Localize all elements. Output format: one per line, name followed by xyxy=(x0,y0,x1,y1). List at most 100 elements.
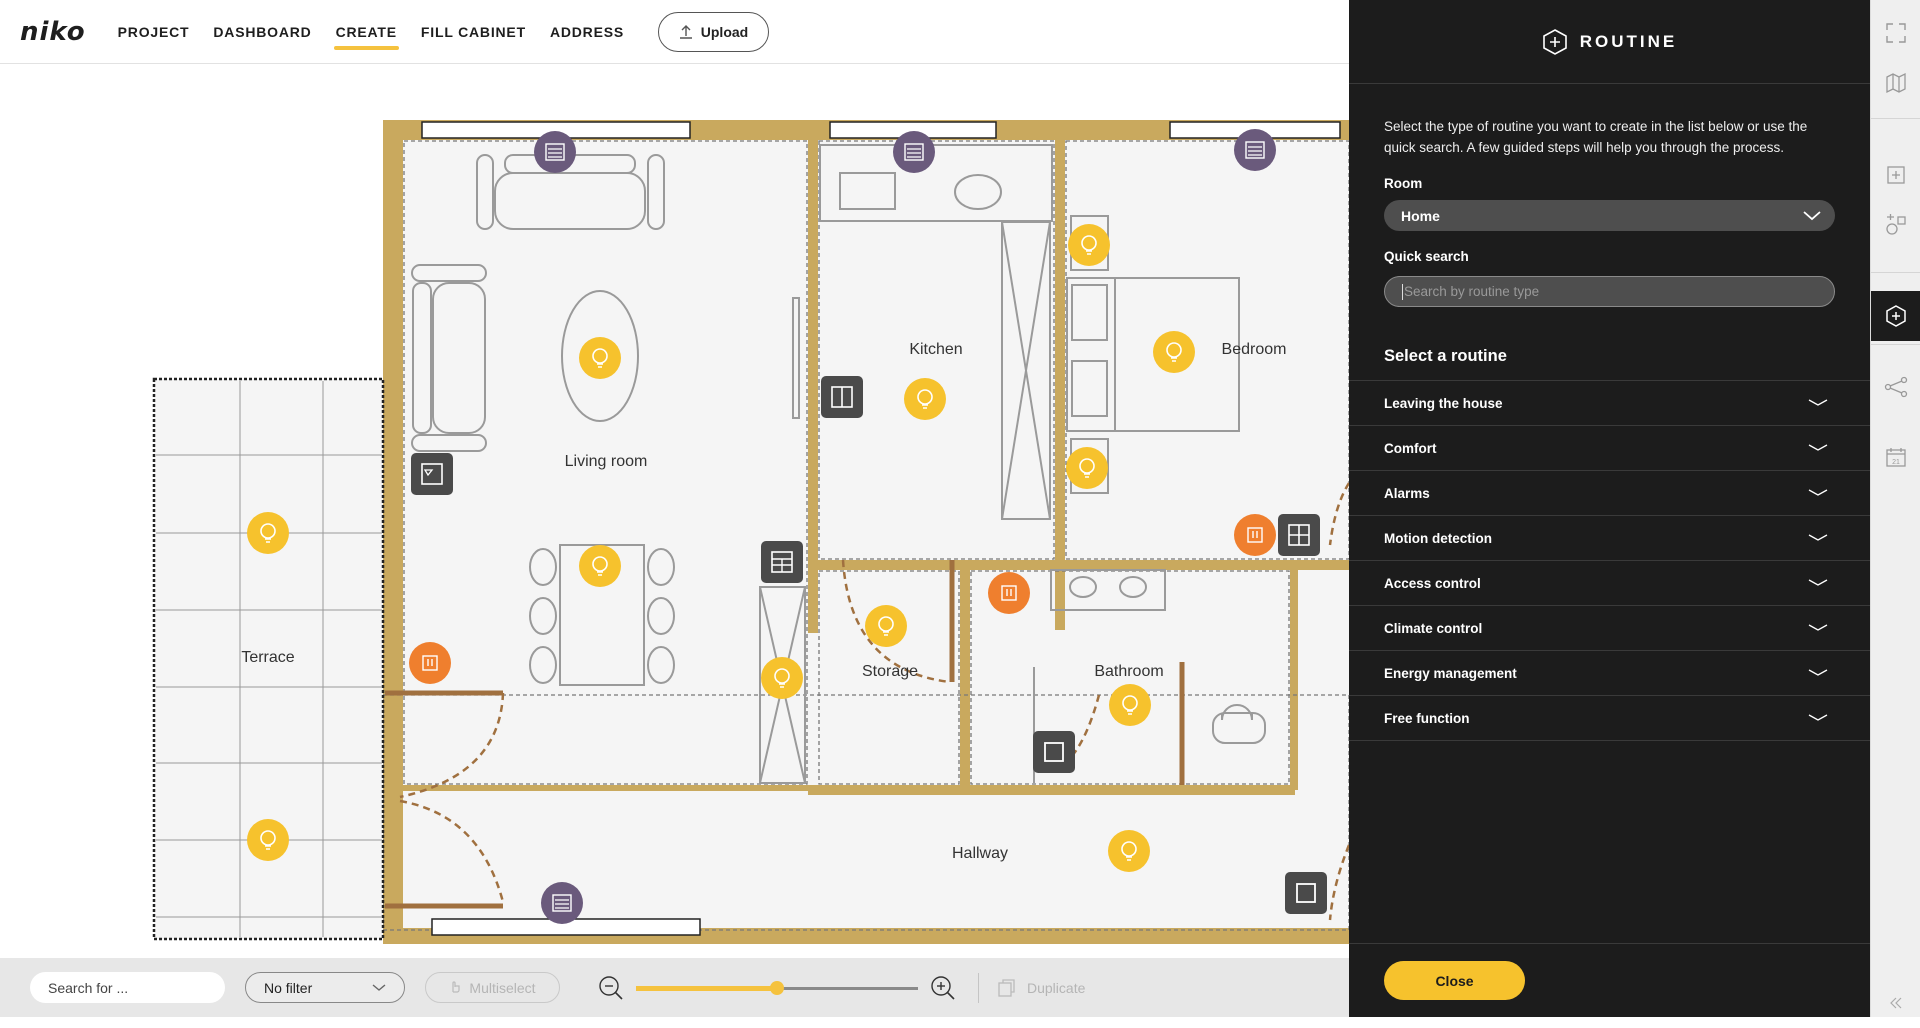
zoom-slider-handle[interactable] xyxy=(770,980,784,995)
floorplan-canvas[interactable]: Living room Kitchen Bedroom Terrace Stor… xyxy=(0,65,1349,958)
routine-item-label: Motion detection xyxy=(1384,530,1492,546)
filter-label: No filter xyxy=(264,979,313,996)
quick-search-input[interactable]: Search by routine type xyxy=(1384,276,1835,307)
panel-title: ROUTINE xyxy=(1579,31,1678,51)
shutter-icon[interactable] xyxy=(534,131,576,173)
zoom-out-icon[interactable] xyxy=(598,975,624,1001)
routine-item-access-control[interactable]: Access control xyxy=(1349,561,1870,606)
hand-pointer-icon xyxy=(449,979,461,996)
rail-divider xyxy=(1871,118,1920,119)
light-bulb-icon[interactable] xyxy=(247,819,289,861)
light-bulb-icon[interactable] xyxy=(904,378,946,420)
routine-item-label: Comfort xyxy=(1384,440,1437,456)
nav-address[interactable]: ADDRESS xyxy=(548,14,626,50)
shutter-icon[interactable] xyxy=(893,131,935,173)
thermostat-icon[interactable] xyxy=(1234,514,1276,556)
light-bulb-icon[interactable] xyxy=(761,657,803,699)
fullscreen-icon[interactable] xyxy=(1871,8,1920,58)
light-bulb-icon[interactable] xyxy=(579,545,621,587)
map-icon[interactable] xyxy=(1871,58,1920,108)
search-input[interactable] xyxy=(30,972,225,1003)
routine-item-label: Climate control xyxy=(1384,620,1483,636)
room-label-bedroom[interactable]: Bedroom xyxy=(1222,341,1287,359)
close-button[interactable]: Close xyxy=(1384,961,1525,1000)
thermostat-icon[interactable] xyxy=(409,642,451,684)
niko-logo: niko xyxy=(20,16,86,47)
light-bulb-icon[interactable] xyxy=(1108,830,1150,872)
room-label-living-room[interactable]: Living room xyxy=(565,453,648,471)
routine-item-label: Leaving the house xyxy=(1384,395,1503,411)
switch-icon[interactable] xyxy=(761,541,803,583)
nav-dashboard[interactable]: DASHBOARD xyxy=(211,14,313,50)
routine-item-free-function[interactable]: Free function xyxy=(1349,696,1870,741)
panel-intro-text: Select the type of routine you want to c… xyxy=(1384,119,1808,155)
routine-item-label: Energy management xyxy=(1384,665,1517,681)
switch-icon[interactable] xyxy=(821,376,863,418)
room-select[interactable]: Home xyxy=(1384,200,1835,231)
chevron-down-icon xyxy=(1808,399,1828,406)
room-label: Room xyxy=(1384,176,1423,191)
light-bulb-icon[interactable] xyxy=(247,512,289,554)
collapse-icon[interactable] xyxy=(1871,978,1920,1028)
select-routine-heading: Select a routine xyxy=(1384,347,1507,365)
nav-project[interactable]: PROJECT xyxy=(116,14,192,50)
routine-item-climate-control[interactable]: Climate control xyxy=(1349,606,1870,651)
zoom-slider[interactable] xyxy=(636,978,918,998)
shutter-icon[interactable] xyxy=(541,882,583,924)
routine-item-leaving-the-house[interactable]: Leaving the house xyxy=(1349,381,1870,426)
light-bulb-icon[interactable] xyxy=(865,605,907,647)
switch-icon[interactable] xyxy=(1033,731,1075,773)
upload-label: Upload xyxy=(700,23,749,40)
filter-dropdown[interactable]: No filter xyxy=(245,972,405,1003)
duplicate-icon xyxy=(998,978,1015,997)
light-bulb-icon[interactable] xyxy=(1068,224,1110,266)
chevron-down-icon xyxy=(1808,579,1828,586)
routine-add-icon xyxy=(1542,28,1567,55)
routine-item-comfort[interactable]: Comfort xyxy=(1349,426,1870,471)
thermostat-icon[interactable] xyxy=(988,572,1030,614)
chevron-down-icon xyxy=(1808,624,1828,631)
light-bulb-icon[interactable] xyxy=(579,337,621,379)
upload-button[interactable]: Upload xyxy=(658,11,769,52)
routine-item-alarms[interactable]: Alarms xyxy=(1349,471,1870,516)
rail-divider xyxy=(1871,344,1920,345)
multiselect-label: Multiselect xyxy=(469,979,536,996)
zoom-slider-fill xyxy=(636,985,777,991)
room-label-hallway[interactable]: Hallway xyxy=(952,845,1008,863)
bottom-toolbar: No filter Multiselect Duplicate xyxy=(0,958,1349,1017)
panel-footer: Close xyxy=(1349,943,1870,1017)
room-select-value: Home xyxy=(1401,207,1440,224)
switch-icon[interactable] xyxy=(411,453,453,495)
text-cursor xyxy=(1402,283,1403,300)
room-label-terrace[interactable]: Terrace xyxy=(241,649,294,667)
connections-icon[interactable] xyxy=(1871,362,1920,412)
room-label-storage[interactable]: Storage xyxy=(862,663,918,681)
routine-item-motion-detection[interactable]: Motion detection xyxy=(1349,516,1870,561)
add-device-icon[interactable] xyxy=(1871,200,1920,250)
zoom-in-icon[interactable] xyxy=(930,975,956,1001)
light-bulb-icon[interactable] xyxy=(1066,447,1108,489)
calendar-icon[interactable]: 21 xyxy=(1871,432,1920,482)
zoom-controls xyxy=(598,975,956,1001)
light-bulb-icon[interactable] xyxy=(1153,331,1195,373)
duplicate-button[interactable]: Duplicate xyxy=(997,978,1085,998)
room-label-kitchen[interactable]: Kitchen xyxy=(909,341,962,359)
duplicate-label: Duplicate xyxy=(1027,979,1086,996)
room-label-bathroom[interactable]: Bathroom xyxy=(1094,663,1163,681)
switch-icon[interactable] xyxy=(1278,514,1320,556)
switch-icon[interactable] xyxy=(1285,872,1327,914)
nav-create[interactable]: CREATE xyxy=(333,14,400,50)
panel-header: ROUTINE xyxy=(1349,0,1870,84)
chevron-down-icon xyxy=(1808,489,1828,496)
routine-panel: ROUTINE Select the type of routine you w… xyxy=(1349,0,1870,1017)
floorplan xyxy=(152,120,1349,944)
chevron-down-icon xyxy=(1808,444,1828,451)
light-bulb-icon[interactable] xyxy=(1109,684,1151,726)
shutter-icon[interactable] xyxy=(1234,129,1276,171)
nav-fill-cabinet[interactable]: FILL CABINET xyxy=(419,14,528,50)
multiselect-button[interactable]: Multiselect xyxy=(425,972,560,1003)
routine-icon[interactable] xyxy=(1871,291,1920,341)
quick-search-label: Quick search xyxy=(1384,249,1469,264)
routine-item-energy-management[interactable]: Energy management xyxy=(1349,651,1870,696)
add-icon[interactable] xyxy=(1871,150,1920,200)
